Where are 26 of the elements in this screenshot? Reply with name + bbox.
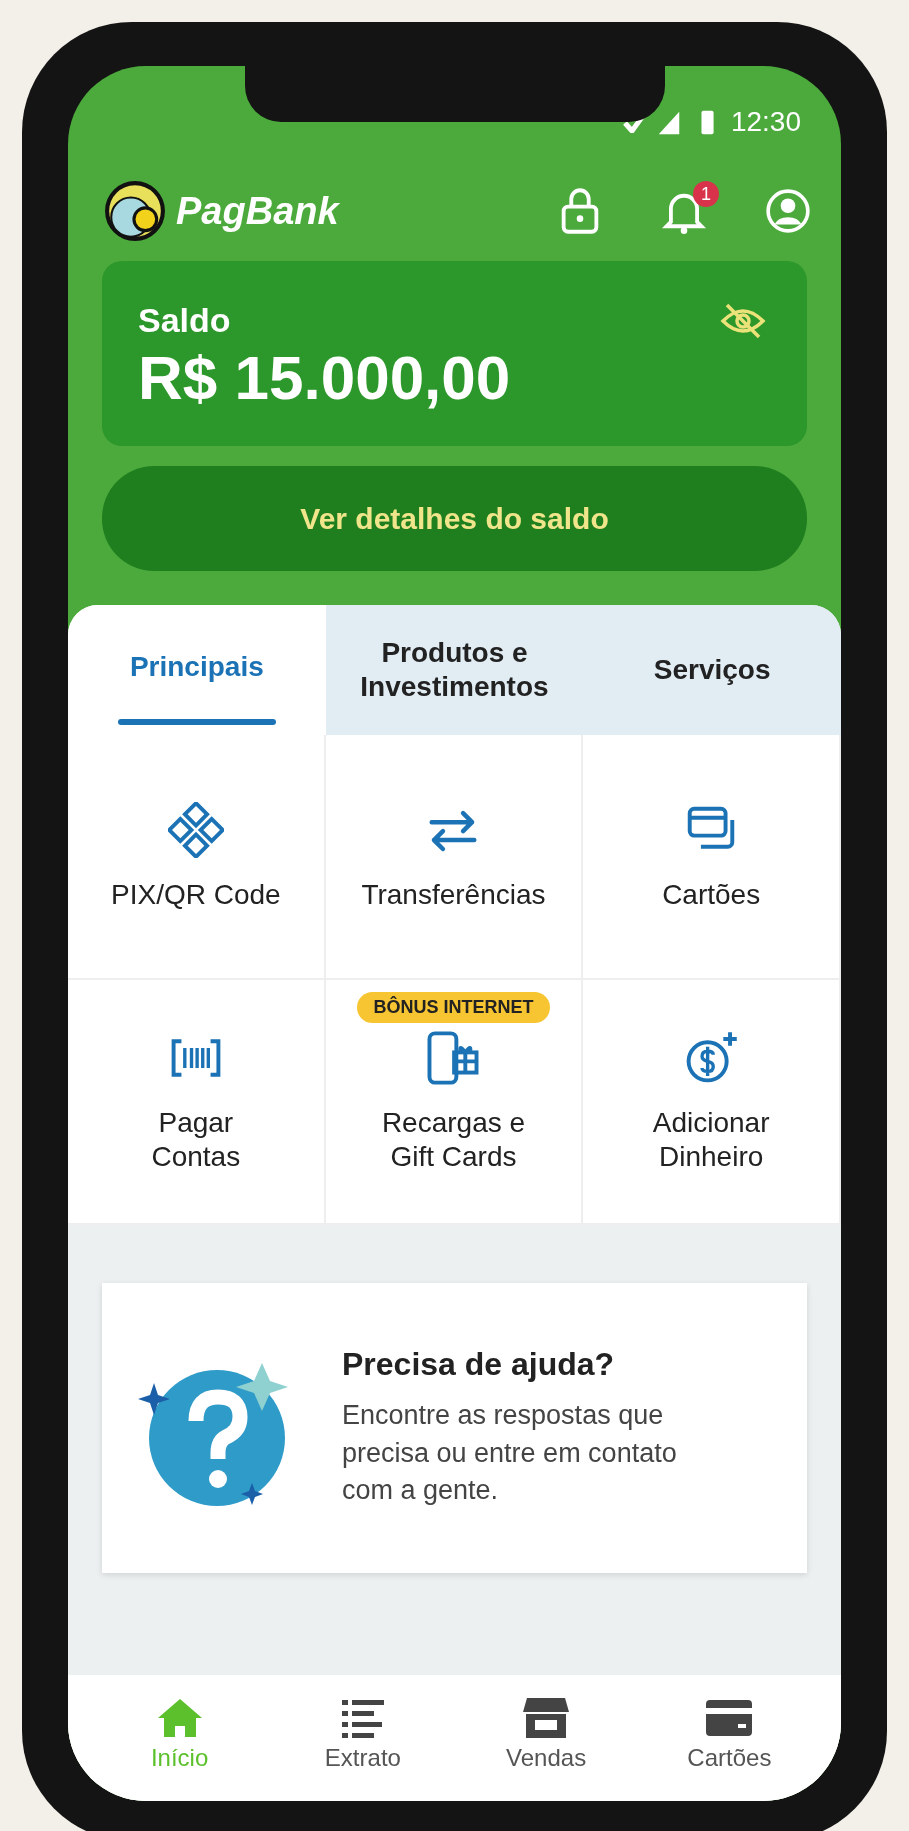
tab[interactable]: Serviços: [583, 605, 841, 735]
store-icon: [521, 1696, 572, 1740]
shortcut-tile[interactable]: PIX/QR Code: [68, 735, 326, 980]
eye-slash-icon[interactable]: [719, 301, 767, 341]
help-text: Encontre as respostas que precisa ou entre em contato com a gente.: [342, 1398, 678, 1508]
shortcut-tile[interactable]: Cartões: [583, 735, 841, 980]
logo-icon: [104, 180, 166, 242]
profile-icon[interactable]: [765, 187, 811, 235]
promo-badge: BÔNUS INTERNET: [357, 992, 550, 1023]
balance-label: Saldo: [138, 301, 232, 340]
shortcut-tile[interactable]: Adicionar Dinheiro: [583, 980, 841, 1225]
shortcut-tile[interactable]: Pagar Contas: [68, 980, 326, 1225]
shortcut-tile[interactable]: BÔNUS INTERNET Recargas e Gift Cards: [325, 980, 584, 1225]
help-title: Precisa de ajuda?: [342, 1345, 616, 1383]
shortcut-tile[interactable]: Transferências: [325, 735, 584, 980]
help-card[interactable]: Precisa de ajuda? Encontre as respostas que precisa ou entre em contato com a gente.: [102, 1283, 807, 1573]
tab[interactable]: Produtos e Investimentos: [325, 605, 584, 735]
nav-item[interactable]: Cartões: [637, 1675, 821, 1793]
status-time: 12:30: [730, 105, 801, 138]
notification-badge: 1: [693, 181, 719, 207]
nav-item[interactable]: Extrato: [271, 1675, 455, 1793]
nav-item[interactable]: Vendas: [454, 1675, 638, 1793]
diamond-icon: [167, 801, 224, 858]
logo-text: PagBank: [176, 189, 339, 233]
balance-amount: R$ 15.000,00: [138, 342, 511, 413]
balance-details-button[interactable]: Ver detalhes do saldo: [102, 466, 807, 571]
